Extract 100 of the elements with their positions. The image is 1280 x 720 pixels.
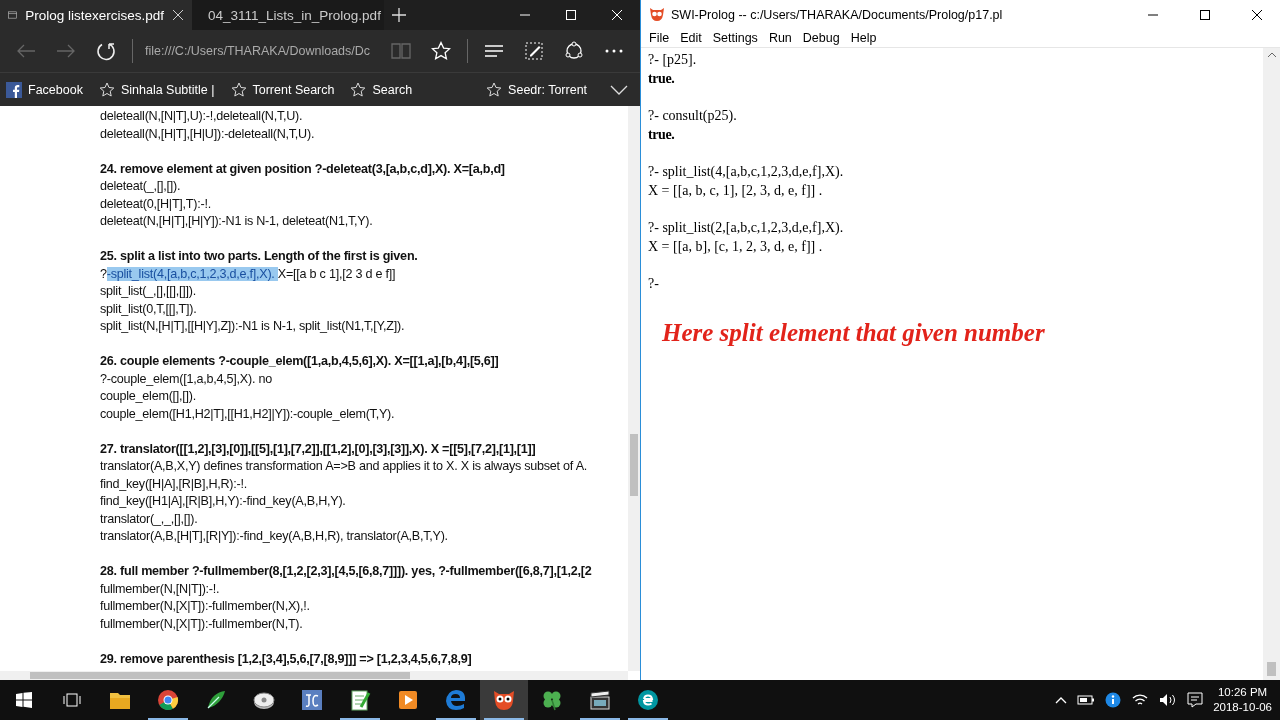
- favorite-link[interactable]: Seedr: Torrent: [486, 81, 588, 98]
- lines-icon: [484, 44, 504, 58]
- chevron-up-icon: [1266, 52, 1277, 58]
- chevron-up-icon: [1055, 696, 1068, 704]
- star-icon: [230, 81, 247, 98]
- answer-line: true.: [648, 126, 676, 144]
- prompt: ?-: [648, 275, 660, 293]
- owl-icon: [649, 7, 665, 22]
- notification-icon: [1187, 692, 1204, 708]
- star-icon: [350, 81, 367, 98]
- menu-item[interactable]: File: [645, 29, 677, 47]
- browser-ball-icon: [157, 689, 179, 711]
- exercise-heading: 25. split a list into two parts. Length of the first is given.: [100, 248, 419, 265]
- exercise-heading: 26. couple elements ?-couple_elem([1,a,b,4,5,6],X). X=[[1,a],[b,4],[5,6]]: [100, 353, 500, 370]
- code-line: deleteat(0,[H|T],T):-!.: [100, 195, 212, 213]
- browser-tab[interactable]: 04_3111_Lists_in_Prolog.pdf: [192, 0, 384, 30]
- clock-time: 10:26 PM: [1217, 685, 1268, 700]
- answer-line: X = [[a, b, c, 1], [2, 3, d, e, f]] .: [648, 182, 824, 200]
- taskbar-app[interactable]: [480, 680, 528, 720]
- code-line: couple_elem([H1,H2|T],[[H1,H2]|Y]):-couple_elem(T,Y).: [100, 405, 396, 423]
- code-line: find_key([H|A],[R|B],H,R):-!.: [100, 475, 248, 493]
- favorite-link[interactable]: Facebook: [6, 81, 83, 98]
- close-tab-button[interactable]: [172, 9, 184, 21]
- scroll-thumb-icon: [1267, 662, 1276, 676]
- code-line: find_key([H1|A],[R|B],H,Y):-find_key(A,B,H,Y).: [100, 493, 347, 510]
- close-icon: [172, 9, 184, 21]
- code-line: couple_elem([],[]).: [100, 388, 198, 405]
- code-line: split_list(N,[H|T],[[H|Y],Z]):-N1 is N-1, split_list(N1,T,[Y,Z]).: [100, 318, 406, 335]
- answer-line: X = [[a, b], [c, 1, 2, 3, d, e, f]] .: [648, 238, 824, 256]
- plus-icon: [391, 7, 407, 23]
- share-icon: [564, 41, 584, 61]
- jc-tile-icon: [301, 689, 323, 711]
- star-icon: [486, 81, 503, 98]
- clock-date: 2018-10-06: [1213, 700, 1272, 715]
- code-line: translator(A,B,[H|T],[R|Y]):-find_key(A,B,H,R), translator(A,B,T,Y).: [100, 528, 449, 545]
- e-logo-icon: [445, 689, 467, 711]
- favorite-link[interactable]: Search: [350, 81, 413, 98]
- code-line: deleteall(N,[H|T],[H|U]):-deleteall(N,T,U).: [100, 125, 316, 143]
- code-line: translator(A,B,X,Y) defines transformation A=>B and applies it to X. X is always subset of A.: [100, 458, 589, 475]
- forward-arrow-icon: [56, 43, 76, 59]
- play-tile-icon: [397, 689, 419, 711]
- folder-icon: [109, 690, 131, 710]
- code-line: deleteat(_,[],[]).: [100, 178, 182, 195]
- answer-line: true.: [648, 70, 676, 88]
- favorite-link[interactable]: Sinhala Subtitle |: [98, 81, 215, 98]
- windows-icon: [16, 692, 32, 708]
- facebook-icon: [6, 81, 22, 98]
- browser-tab[interactable]: Prolog listexercises.pdf: [0, 0, 192, 30]
- e-circle-icon: [637, 689, 659, 711]
- code-line: deleteall(N,[N|T],U):-!,deleteall(N,T,U).: [100, 108, 304, 125]
- disk-icon: [253, 689, 275, 711]
- battery-icon: [1077, 694, 1096, 706]
- query-line: ?- split_list(4,[a,b,c,1,2,3,d,e,f],X).: [648, 163, 845, 181]
- menu-item[interactable]: Settings: [708, 29, 765, 47]
- book-icon: [391, 42, 411, 60]
- code-line: fullmember(N,[N|T]):-!.: [100, 580, 221, 598]
- horizontal-scrollbar[interactable]: [0, 671, 628, 680]
- close-icon: [611, 9, 623, 21]
- tab-title: Prolog listexercises.pdf: [25, 7, 164, 23]
- back-arrow-icon: [16, 43, 36, 59]
- exercise-heading: 27. translator([[1,2],[3],[0]],[[5],[1],[7,2]],[[1,2],[0],[3],[3]],X). X =[[5],[7,2],[1],[1]]: [100, 440, 537, 458]
- clapperboard-icon: [589, 689, 611, 711]
- vertical-scrollbar[interactable]: [628, 106, 640, 671]
- ellipsis-icon: [605, 49, 623, 53]
- maximize-icon: [1199, 8, 1211, 21]
- speaker-icon: [1159, 693, 1178, 707]
- chevron-down-icon: [610, 84, 628, 95]
- query-line: ?- consult(p25).: [648, 107, 738, 125]
- task-view-icon: [63, 692, 81, 708]
- code-line: ?-couple_elem([1,a,b,4,5],X). no: [100, 370, 273, 388]
- leaf-icon: [205, 689, 227, 711]
- exercise-heading: 29. remove parenthesis [1,2,[3,4],5,6,[7,[8,9]]] => [1,2,3,4,5,6,7,8,9]: [100, 650, 473, 668]
- menu-item[interactable]: Help: [846, 29, 884, 47]
- code-line: deleteat(N,[H|T],[H|Y]):-N1 is N-1, deleteat(N1,T,Y).: [100, 213, 374, 230]
- star-icon: [431, 41, 451, 61]
- menu-item[interactable]: Edit: [676, 29, 709, 47]
- star-icon: [98, 81, 115, 98]
- info-icon: [1105, 692, 1122, 708]
- pen-square-icon: [524, 41, 544, 61]
- window-title: SWI-Prolog -- c:/Users/THARAKA/Documents/Prolog/p17.pl: [671, 7, 1003, 22]
- refresh-icon: [96, 41, 116, 61]
- code-line: translator(_,_,[],[]).: [100, 510, 199, 528]
- vertical-scrollbar[interactable]: [1263, 48, 1280, 680]
- code-line: split_list(0,T,[[],T]).: [100, 300, 198, 318]
- query-line: ?- split_list(2,[a,b,c,1,2,3,d,e,f],X).: [648, 219, 845, 237]
- page-icon: [8, 8, 18, 22]
- code-line: fullmember(N,[X|T]):-fullmember(N,X),!.: [100, 598, 311, 615]
- owl-icon: [492, 689, 516, 711]
- wifi-icon: [1131, 693, 1150, 707]
- exercise-heading: 28. full member ?-fullmember(8,[1,2,[2,3],[4,5,[6,8,7]]]). yes, ?-fullmember([6,8,7],[1,2,[2: [100, 563, 593, 580]
- notepad-icon: [349, 689, 371, 711]
- maximize-icon: [565, 9, 577, 21]
- clover-icon: [541, 689, 563, 711]
- favorite-link[interactable]: Torrent Search: [230, 81, 335, 98]
- exercise-heading: 24. remove element at given position ?-deleteat(3,[a,b,c,d],X). X=[a,b,d]: [100, 160, 506, 178]
- menu-item[interactable]: Run: [764, 29, 799, 47]
- address-field[interactable]: file:///C:/Users/THARAKA/Downloads/Dc: [139, 36, 381, 66]
- menu-item[interactable]: Debug: [798, 29, 847, 47]
- code-line: fullmember(N,[X|T]):-fullmember(N,T).: [100, 615, 304, 633]
- tab-title: 04_3111_Lists_in_Prolog.pdf: [208, 7, 381, 23]
